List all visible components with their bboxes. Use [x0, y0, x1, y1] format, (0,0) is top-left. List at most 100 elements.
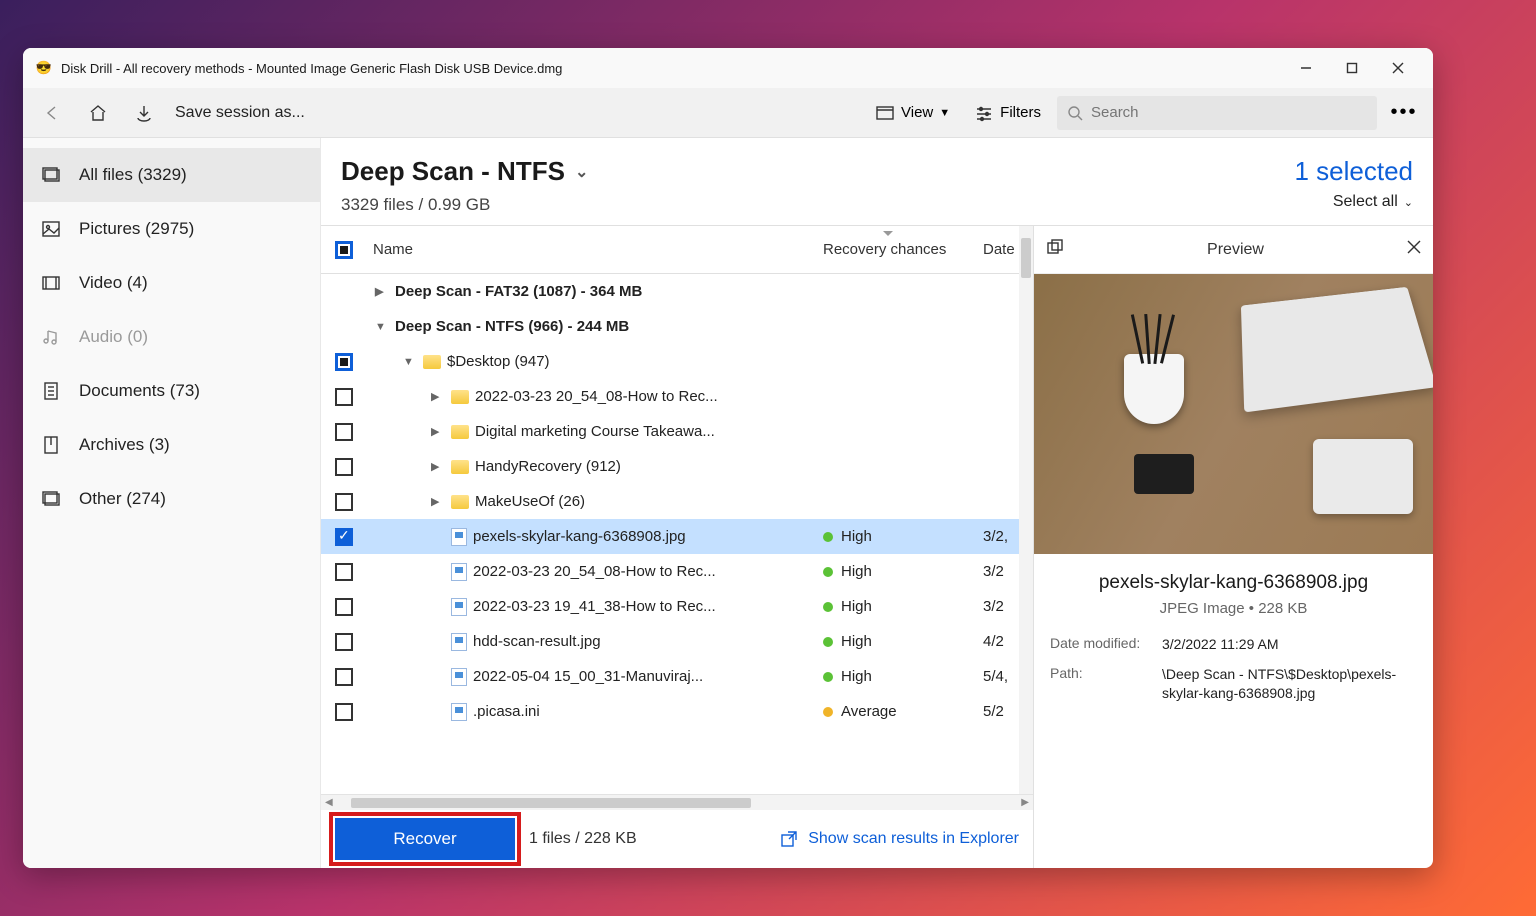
sidebar-item-documents[interactable]: Documents (73) [23, 364, 320, 418]
preview-panel: Preview pexels-skylar-kang-6368908.jpg J… [1033, 226, 1433, 868]
table-row[interactable]: ▶ Digital marketing Course Takeawa... [321, 414, 1033, 449]
video-icon [41, 273, 61, 293]
search-input[interactable] [1091, 104, 1367, 121]
chevron-down-icon: ⌄ [575, 162, 588, 182]
row-checkbox[interactable] [321, 493, 367, 511]
sidebar-item-all-files[interactable]: All files (3329) [23, 148, 320, 202]
document-icon [41, 381, 61, 401]
table-row[interactable]: ▶ 2022-03-23 20_54_08-How to Rec... [321, 379, 1033, 414]
file-name: 2022-03-23 20_54_08-How to Rec... [473, 563, 716, 580]
preview-filename: pexels-skylar-kang-6368908.jpg [1050, 572, 1417, 594]
table-row[interactable]: ▶ HandyRecovery (912) [321, 449, 1033, 484]
footer-info: 1 files / 228 KB [529, 830, 637, 848]
minimize-button[interactable] [1283, 48, 1329, 88]
footer: Recover 1 files / 228 KB Show scan resul… [321, 810, 1033, 868]
row-checkbox[interactable] [321, 388, 367, 406]
preview-image [1034, 274, 1433, 554]
search-icon [1067, 105, 1083, 121]
audio-icon [41, 327, 61, 347]
stack-icon [41, 165, 61, 185]
save-session-label[interactable]: Save session as... [171, 104, 305, 122]
sidebar-item-other[interactable]: Other (274) [23, 472, 320, 526]
view-dropdown[interactable]: View ▼ [867, 104, 958, 122]
row-checkbox[interactable] [321, 528, 367, 546]
sidebar: All files (3329) Pictures (2975) Video (… [23, 138, 321, 868]
close-button[interactable] [1375, 48, 1421, 88]
table-row[interactable]: 2022-03-23 19_41_38-How to Rec...High3/2 [321, 589, 1033, 624]
recover-button[interactable]: Recover [335, 818, 515, 860]
app-icon: 😎 [35, 59, 53, 77]
select-all-button[interactable]: Select all⌄ [1294, 193, 1413, 211]
column-name[interactable]: Name [367, 241, 823, 258]
popout-icon[interactable] [1046, 238, 1064, 261]
scan-summary: 3329 files / 0.99 GB [341, 195, 588, 215]
archive-icon [41, 435, 61, 455]
app-window: 😎 Disk Drill - All recovery methods - Mo… [23, 48, 1433, 868]
row-checkbox[interactable] [321, 703, 367, 721]
sidebar-item-audio[interactable]: Audio (0) [23, 310, 320, 364]
path-value: \Deep Scan - NTFS\$Desktop\pexels-skylar… [1162, 665, 1417, 704]
row-checkbox[interactable] [321, 563, 367, 581]
table-row[interactable]: ▶ MakeUseOf (26) [321, 484, 1033, 519]
table-header: Name Recovery chances Date [321, 226, 1033, 274]
table-row[interactable]: ▶Deep Scan - FAT32 (1087) - 364 MB [321, 274, 1033, 309]
external-link-icon [780, 830, 798, 848]
file-name: 2022-03-23 20_54_08-How to Rec... [475, 388, 718, 405]
expand-icon[interactable]: ▶ [431, 390, 445, 403]
file-name: hdd-scan-result.jpg [473, 633, 601, 650]
image-icon [41, 219, 61, 239]
table-row[interactable]: 2022-03-23 20_54_08-How to Rec...High3/2 [321, 554, 1033, 589]
expand-icon[interactable]: ▼ [375, 321, 389, 333]
more-button[interactable]: ••• [1385, 101, 1423, 124]
expand-icon[interactable]: ▶ [431, 460, 445, 473]
scan-title[interactable]: Deep Scan - NTFS⌄ [341, 156, 588, 187]
vertical-scrollbar[interactable] [1019, 226, 1033, 794]
file-table-body: ▶Deep Scan - FAT32 (1087) - 364 MB▼Deep … [321, 274, 1033, 794]
download-button[interactable] [125, 94, 163, 132]
expand-icon[interactable]: ▶ [431, 495, 445, 508]
close-preview-button[interactable] [1407, 240, 1421, 259]
file-name: pexels-skylar-kang-6368908.jpg [473, 528, 686, 545]
toolbar: Save session as... View ▼ Filters ••• [23, 88, 1433, 138]
file-name: 2022-03-23 19_41_38-How to Rec... [473, 598, 716, 615]
file-name: Digital marketing Course Takeawa... [475, 423, 715, 440]
table-row[interactable]: ▼Deep Scan - NTFS (966) - 244 MB [321, 309, 1033, 344]
table-row[interactable]: hdd-scan-result.jpgHigh4/2 [321, 624, 1033, 659]
file-name: HandyRecovery (912) [475, 458, 621, 475]
search-box[interactable] [1057, 96, 1377, 130]
show-in-explorer-link[interactable]: Show scan results in Explorer [780, 830, 1019, 848]
horizontal-scrollbar[interactable]: ◀▶ [321, 794, 1033, 810]
selected-count: 1 selected [1294, 156, 1413, 187]
expand-icon[interactable]: ▶ [375, 285, 389, 298]
maximize-button[interactable] [1329, 48, 1375, 88]
header-checkbox[interactable] [321, 241, 367, 259]
recovery-chance: High [823, 633, 983, 650]
chevron-down-icon: ▼ [939, 107, 950, 119]
expand-icon[interactable]: ▼ [403, 356, 417, 368]
preview-title: Preview [1064, 241, 1407, 259]
file-name: MakeUseOf (26) [475, 493, 585, 510]
sidebar-item-video[interactable]: Video (4) [23, 256, 320, 310]
table-row[interactable]: .picasa.iniAverage5/2 [321, 694, 1033, 729]
date-modified-label: Date modified: [1050, 635, 1162, 655]
row-checkbox[interactable] [321, 598, 367, 616]
file-name: .picasa.ini [473, 703, 540, 720]
table-row[interactable]: 2022-05-04 15_00_31-Manuviraj...High5/4, [321, 659, 1033, 694]
table-row[interactable]: pexels-skylar-kang-6368908.jpgHigh3/2, [321, 519, 1033, 554]
row-checkbox[interactable] [321, 668, 367, 686]
row-checkbox[interactable] [321, 423, 367, 441]
recovery-chance: High [823, 668, 983, 685]
row-checkbox[interactable] [321, 353, 367, 371]
column-recovery[interactable]: Recovery chances [823, 241, 983, 258]
filters-button[interactable]: Filters [966, 104, 1049, 122]
expand-icon[interactable]: ▶ [431, 425, 445, 438]
sidebar-item-pictures[interactable]: Pictures (2975) [23, 202, 320, 256]
home-button[interactable] [79, 94, 117, 132]
row-checkbox[interactable] [321, 633, 367, 651]
date-modified-value: 3/2/2022 11:29 AM [1162, 635, 1417, 655]
table-row[interactable]: ▼$Desktop (947) [321, 344, 1033, 379]
sidebar-item-archives[interactable]: Archives (3) [23, 418, 320, 472]
file-name: 2022-05-04 15_00_31-Manuviraj... [473, 668, 703, 685]
row-checkbox[interactable] [321, 458, 367, 476]
back-button[interactable] [33, 94, 71, 132]
